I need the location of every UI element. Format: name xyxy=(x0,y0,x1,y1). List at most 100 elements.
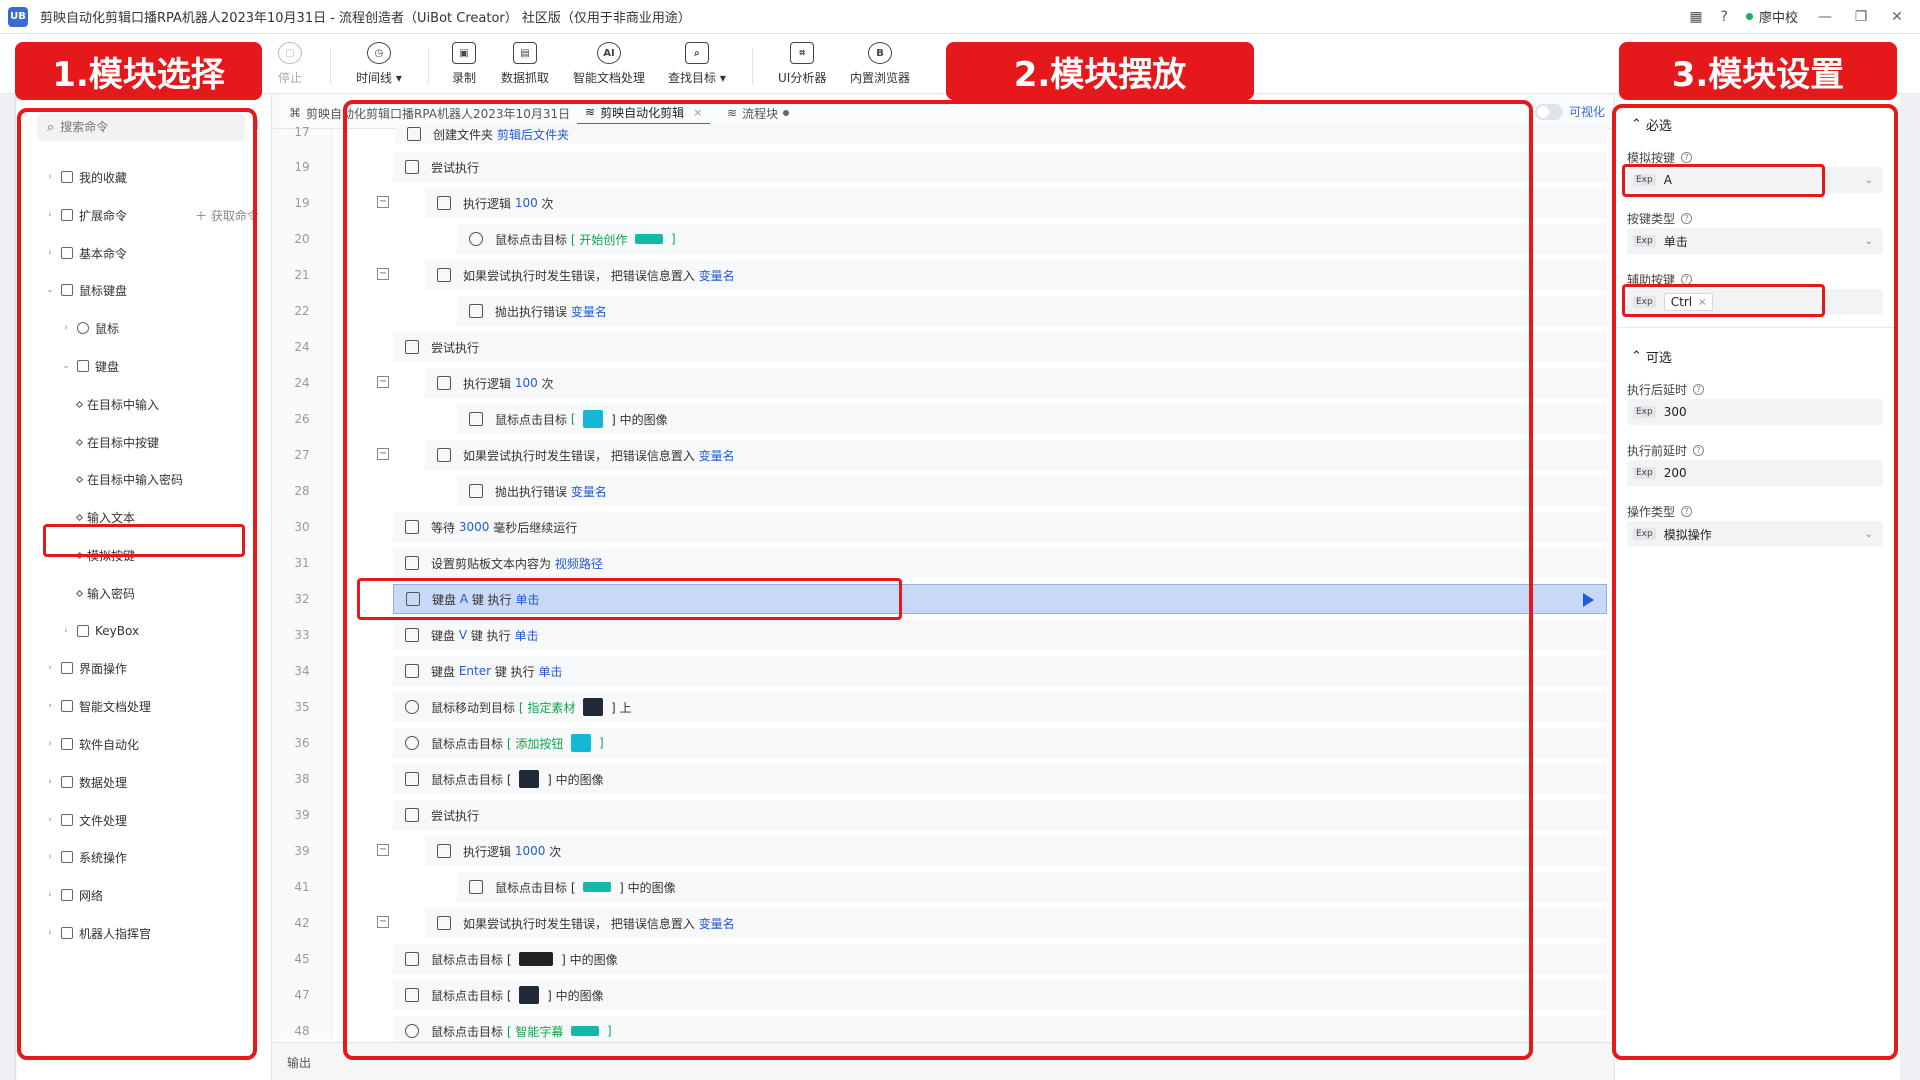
command-body[interactable]: 创建文件夹 剪辑后文件夹 xyxy=(395,124,1607,144)
sidebar-item[interactable]: › 机器人指挥官 xyxy=(45,923,151,943)
minimize-icon[interactable]: — xyxy=(1816,9,1834,25)
help-icon[interactable]: ? xyxy=(1681,506,1693,517)
key-type-select[interactable]: Exp 单击 ⌄ xyxy=(1627,228,1883,254)
command-row[interactable]: 39 尝试执行 xyxy=(273,799,1607,831)
modifier-key-select[interactable]: Exp Ctrl × xyxy=(1627,289,1883,315)
toggle-switch[interactable] xyxy=(1535,103,1563,120)
expression-toggle[interactable]: Exp xyxy=(1633,467,1656,479)
chevron-right-icon[interactable]: › xyxy=(45,210,55,220)
optional-section-title[interactable]: ⌃ 可选 xyxy=(1631,347,1672,366)
command-row[interactable]: 17 创建文件夹 剪辑后文件夹 xyxy=(273,123,1607,147)
help-icon[interactable]: ? xyxy=(1693,445,1705,456)
command-row[interactable]: 33 键盘 V 键 执行 单击 xyxy=(273,619,1607,651)
command-body[interactable]: 执行逻辑 1000 次 xyxy=(425,836,1607,866)
run-from-here-icon[interactable] xyxy=(1583,593,1594,607)
sidebar-item[interactable]: ⌄ 鼠标键盘 xyxy=(45,280,127,300)
chevron-right-icon[interactable]: › xyxy=(61,626,71,636)
expression-toggle[interactable]: Exp xyxy=(1633,296,1656,308)
close-icon[interactable]: ✕ xyxy=(1888,9,1906,25)
command-row[interactable]: 27 − 如果尝试执行时发生错误， 把错误信息置入 变量名 xyxy=(273,439,1607,471)
sidebar-item[interactable]: › 文件处理 xyxy=(45,810,127,830)
command-body[interactable]: 抛出执行错误 变量名 xyxy=(457,296,1607,326)
command-row[interactable]: 45 鼠标点击目标 [ ] 中的图像 xyxy=(273,943,1607,975)
command-row[interactable]: 20 鼠标点击目标 [ 开始创作 ] xyxy=(273,223,1607,255)
search-box[interactable]: ⌕ xyxy=(37,113,245,141)
command-body[interactable]: 键盘 A 键 执行 单击 xyxy=(393,584,1607,614)
command-body[interactable]: 执行逻辑 100 次 xyxy=(425,368,1607,398)
intelligent-document-button[interactable]: AI 智能文档处理 xyxy=(573,42,645,90)
chevron-right-icon[interactable]: › xyxy=(45,777,55,787)
command-body[interactable]: 设置剪贴板文本内容为 视频路径 xyxy=(393,548,1607,578)
output-panel[interactable]: 输出 xyxy=(273,1042,1613,1080)
command-body[interactable]: 鼠标点击目标 [ 开始创作 ] xyxy=(457,224,1607,254)
command-row[interactable]: 28 抛出执行错误 变量名 xyxy=(273,475,1607,507)
sidebar-item[interactable]: › 系统操作 xyxy=(45,847,127,867)
command-row[interactable]: 24 尝试执行 xyxy=(273,331,1607,363)
help-icon[interactable]: ? xyxy=(1681,274,1693,285)
record-button[interactable]: ▣ 录制 xyxy=(452,42,476,90)
search-input[interactable] xyxy=(60,120,221,134)
sidebar-item[interactable]: 模拟按键 xyxy=(75,545,135,565)
command-row[interactable]: 19 尝试执行 xyxy=(273,151,1607,183)
help-icon[interactable]: ? xyxy=(1681,213,1693,224)
sidebar-item[interactable]: › 智能文档处理 xyxy=(45,696,151,716)
sidebar-item[interactable]: › 界面操作 xyxy=(45,658,127,678)
help-icon[interactable]: ? xyxy=(1721,9,1728,25)
chevron-down-icon[interactable]: ⌄ xyxy=(45,285,55,295)
command-row[interactable]: 24 − 执行逻辑 100 次 xyxy=(273,367,1607,399)
key-select[interactable]: Exp A ⌄ xyxy=(1627,167,1883,193)
sidebar-item[interactable]: 输入文本 xyxy=(75,507,135,527)
user-menu[interactable]: 廖中校 xyxy=(1745,7,1798,26)
sidebar-item[interactable]: › 鼠标 xyxy=(61,318,119,338)
command-body[interactable]: 键盘 V 键 执行 单击 xyxy=(393,620,1607,650)
collapse-toggle-icon[interactable]: − xyxy=(377,376,389,388)
command-row[interactable]: 41 鼠标点击目标 [ ] 中的图像 xyxy=(273,871,1607,903)
sidebar-item[interactable]: › KeyBox xyxy=(61,621,139,641)
chevron-right-icon[interactable]: › xyxy=(45,928,55,938)
restore-icon[interactable]: ❐ xyxy=(1852,9,1870,25)
sidebar-item[interactable]: 在目标中输入 xyxy=(75,394,159,414)
sidebar-item[interactable]: 在目标中输入密码 xyxy=(75,469,183,489)
chevron-right-icon[interactable]: › xyxy=(45,172,55,182)
tab-block-editing[interactable]: ≋ 剪映自动化剪辑 × xyxy=(577,101,711,125)
remove-chip-icon[interactable]: × xyxy=(1698,297,1706,308)
command-body[interactable]: 鼠标点击目标 [ 添加按钮 ] xyxy=(393,728,1607,758)
command-body[interactable]: 抛出执行错误 变量名 xyxy=(457,476,1607,506)
sidebar-item[interactable]: › 扩展命令 xyxy=(45,205,127,225)
stop-button[interactable]: ▢ 停止 xyxy=(278,42,302,90)
command-row[interactable]: 47 鼠标点击目标 [ ] 中的图像 xyxy=(273,979,1607,1011)
sidebar-item[interactable]: › 软件自动化 xyxy=(45,734,139,754)
command-body[interactable]: 尝试执行 xyxy=(393,332,1607,362)
sidebar-item[interactable]: › 网络 xyxy=(45,885,103,905)
data-scrape-button[interactable]: ▤ 数据抓取 xyxy=(501,42,549,90)
delay-after-input[interactable]: Exp 300 xyxy=(1627,399,1883,425)
modifier-chip[interactable]: Ctrl × xyxy=(1663,293,1714,311)
required-section-title[interactable]: ⌃ 必选 xyxy=(1631,115,1672,134)
command-body[interactable]: 鼠标移动到目标 [ 指定素材 ] 上 xyxy=(393,692,1607,722)
command-row[interactable]: 39 − 执行逻辑 1000 次 xyxy=(273,835,1607,867)
tab-flow-block[interactable]: ≋ 流程块 xyxy=(719,101,797,125)
collapse-toggle-icon[interactable]: − xyxy=(377,448,389,460)
timeline-button[interactable]: ◷ 时间线 ▾ xyxy=(356,42,402,90)
collapse-toggle-icon[interactable]: − xyxy=(377,916,389,928)
chevron-right-icon[interactable]: › xyxy=(45,701,55,711)
chevron-right-icon[interactable]: › xyxy=(45,890,55,900)
close-tab-icon[interactable]: × xyxy=(693,106,702,119)
collapse-sidebar-icon[interactable]: ▯ xyxy=(253,117,259,130)
apps-icon[interactable]: ▦ xyxy=(1689,9,1702,25)
chevron-right-icon[interactable]: › xyxy=(45,248,55,258)
expression-toggle[interactable]: Exp xyxy=(1633,235,1656,247)
command-body[interactable]: 如果尝试执行时发生错误， 把错误信息置入 变量名 xyxy=(425,440,1607,470)
sidebar-item[interactable]: › 我的收藏 xyxy=(45,167,127,187)
built-in-browser-button[interactable]: B 内置浏览器 xyxy=(850,42,910,90)
get-command-button[interactable]: ＋ 获取命令 xyxy=(195,207,259,224)
command-body[interactable]: 键盘 Enter 键 执行 单击 xyxy=(393,656,1607,686)
command-row[interactable]: 34 键盘 Enter 键 执行 单击 xyxy=(273,655,1607,687)
sidebar-item[interactable]: › 数据处理 xyxy=(45,772,127,792)
chevron-right-icon[interactable]: › xyxy=(61,323,71,333)
command-body[interactable]: 鼠标点击目标 [ ] 中的图像 xyxy=(393,980,1607,1010)
command-row[interactable]: 42 − 如果尝试执行时发生错误， 把错误信息置入 变量名 xyxy=(273,907,1607,939)
command-row[interactable]: 31 设置剪贴板文本内容为 视频路径 xyxy=(273,547,1607,579)
expression-toggle[interactable]: Exp xyxy=(1633,406,1656,418)
expression-toggle[interactable]: Exp xyxy=(1633,174,1656,186)
